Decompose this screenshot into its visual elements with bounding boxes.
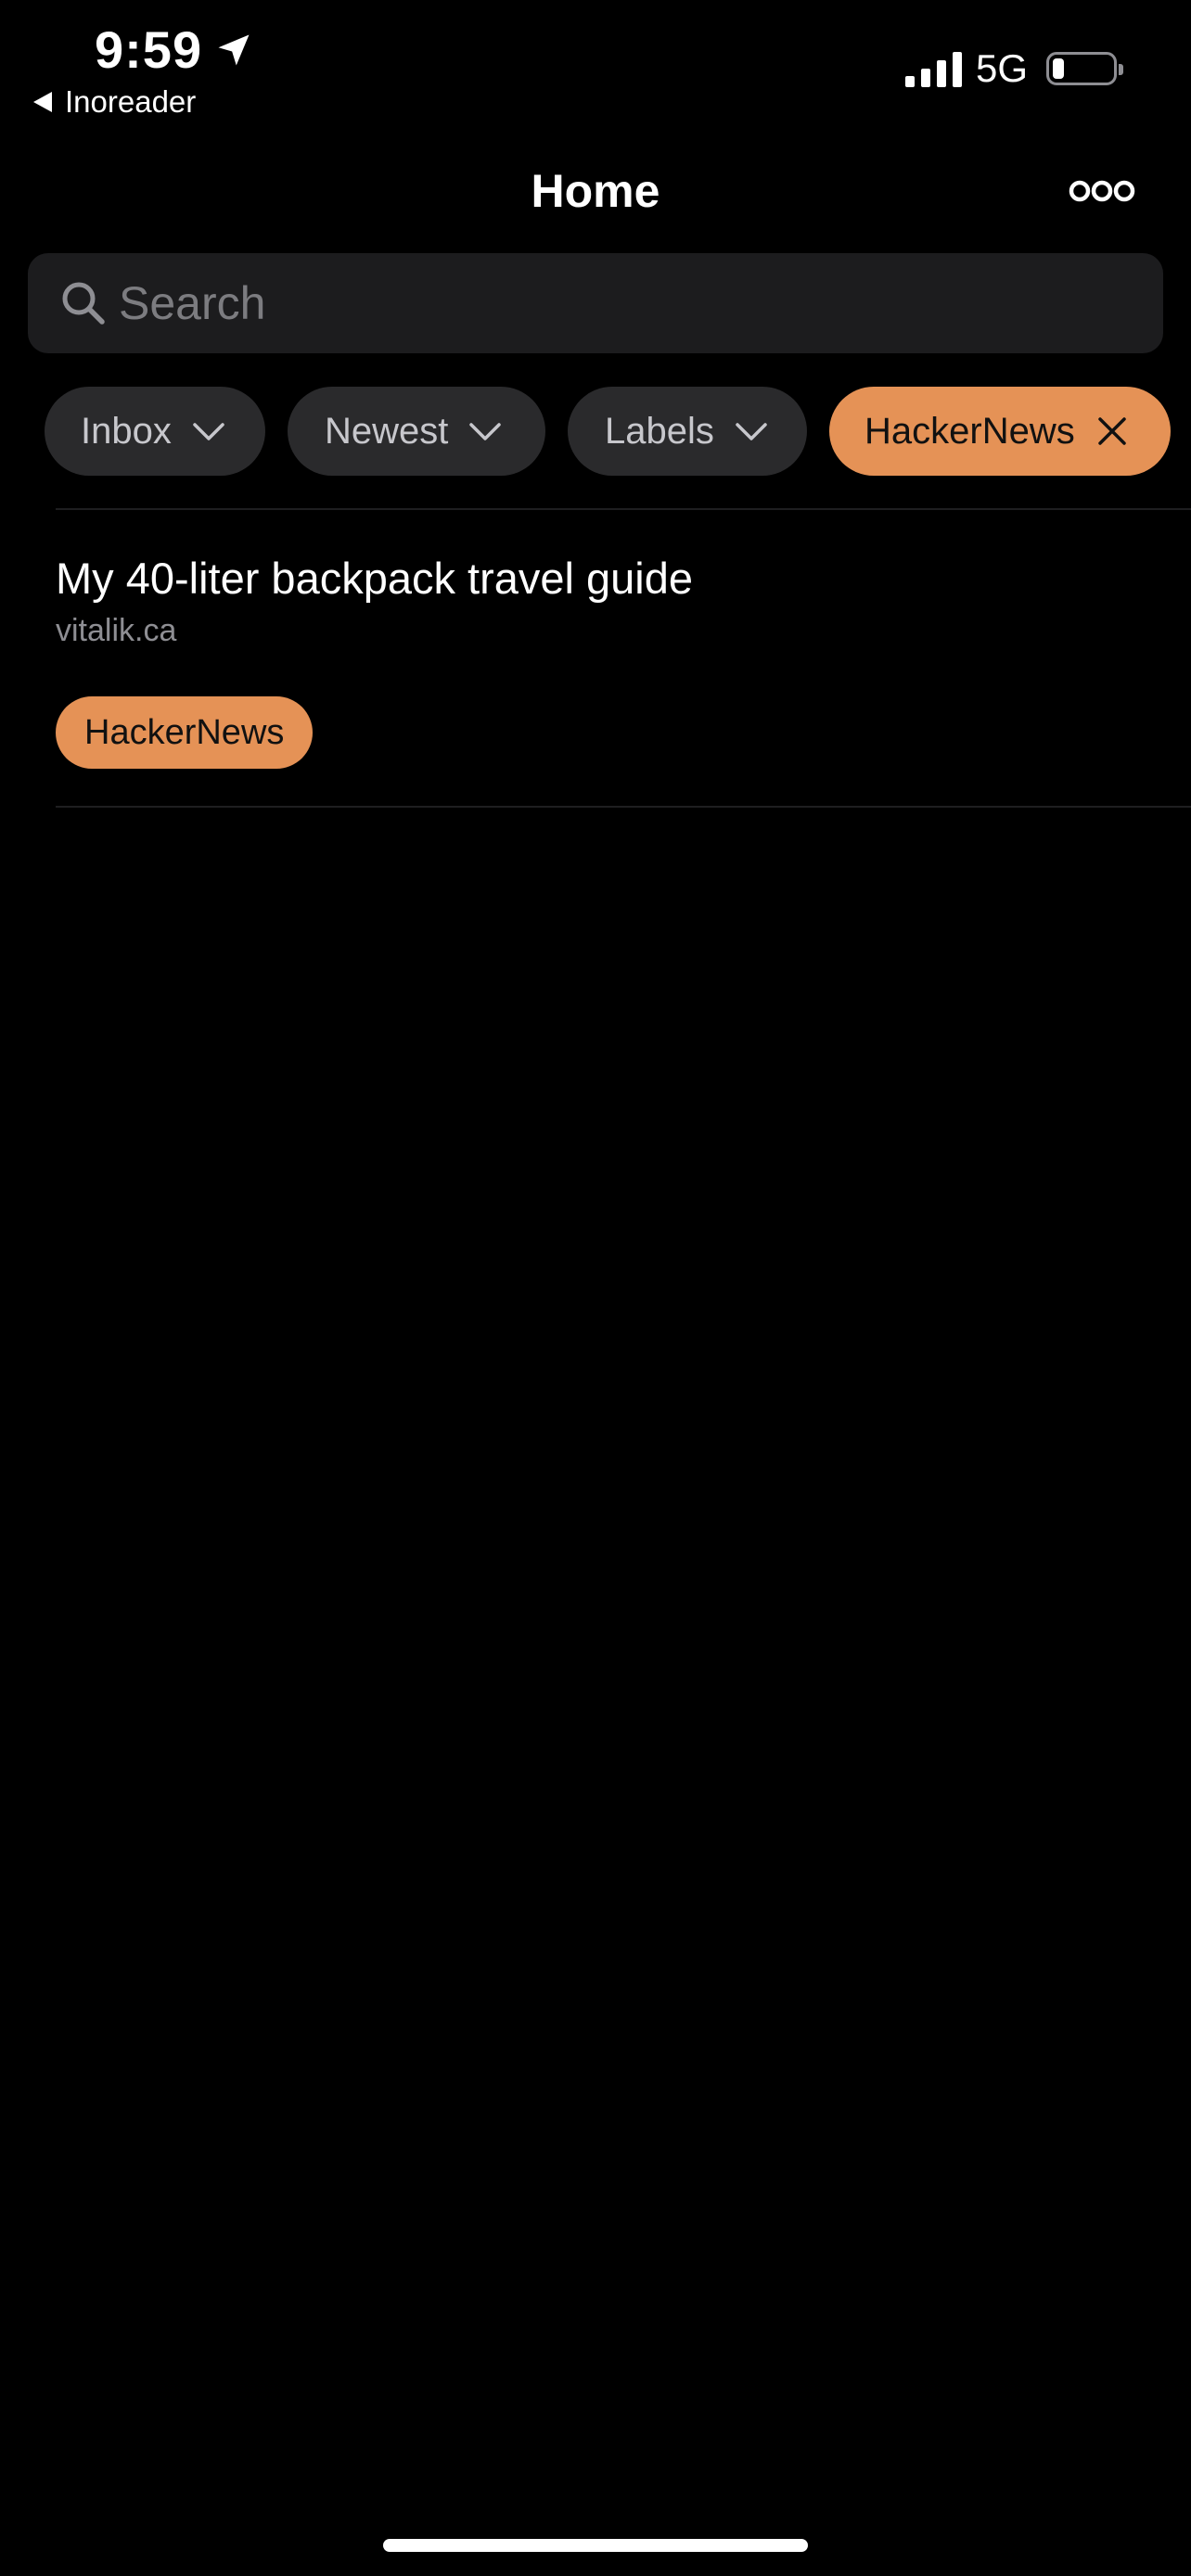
search-input[interactable]	[119, 266, 1121, 340]
battery-cap	[1119, 64, 1123, 75]
list-divider	[56, 806, 1191, 808]
filter-newest-chip[interactable]: Newest	[288, 387, 545, 476]
status-indicators: 5G	[904, 46, 1123, 91]
more-options-button[interactable]	[1069, 172, 1135, 210]
back-to-app-link[interactable]: Inoreader	[33, 83, 196, 121]
filter-inbox-chip[interactable]: Inbox	[45, 387, 265, 476]
filter-active-tag-label: HackerNews	[864, 411, 1075, 452]
back-triangle-icon	[33, 92, 52, 112]
network-type: 5G	[975, 46, 1028, 90]
chevron-down-icon	[193, 423, 224, 440]
article-title: My 40-liter backpack travel guide	[56, 554, 694, 603]
more-icon	[1069, 180, 1135, 202]
battery-icon	[1046, 52, 1123, 85]
home-indicator[interactable]	[383, 2539, 808, 2552]
filter-labels-label: Labels	[605, 411, 714, 452]
filter-labels-chip[interactable]: Labels	[568, 387, 807, 476]
status-time: 9:59	[95, 20, 254, 80]
filter-inbox-label: Inbox	[81, 411, 172, 452]
article-source: vitalik.ca	[56, 613, 177, 648]
chevron-down-icon	[469, 423, 502, 440]
signal-bars-icon	[904, 52, 962, 87]
search-icon	[62, 282, 105, 325]
article-tag-badge[interactable]: HackerNews	[56, 696, 314, 769]
battery-level	[1053, 58, 1064, 79]
back-app-label: Inoreader	[65, 84, 197, 119]
search-bar[interactable]	[28, 253, 1163, 353]
chevron-down-icon	[736, 423, 767, 440]
close-icon[interactable]	[1094, 413, 1131, 450]
filter-newest-label: Newest	[325, 411, 449, 452]
list-item[interactable]: My 40-liter backpack travel guide vitali…	[56, 512, 1169, 805]
page-title: Home	[531, 165, 660, 217]
list-divider	[56, 508, 1191, 510]
location-arrow-icon	[218, 34, 250, 66]
status-time-label: 9:59	[95, 20, 203, 79]
filter-active-tag-chip[interactable]: HackerNews	[829, 387, 1171, 476]
